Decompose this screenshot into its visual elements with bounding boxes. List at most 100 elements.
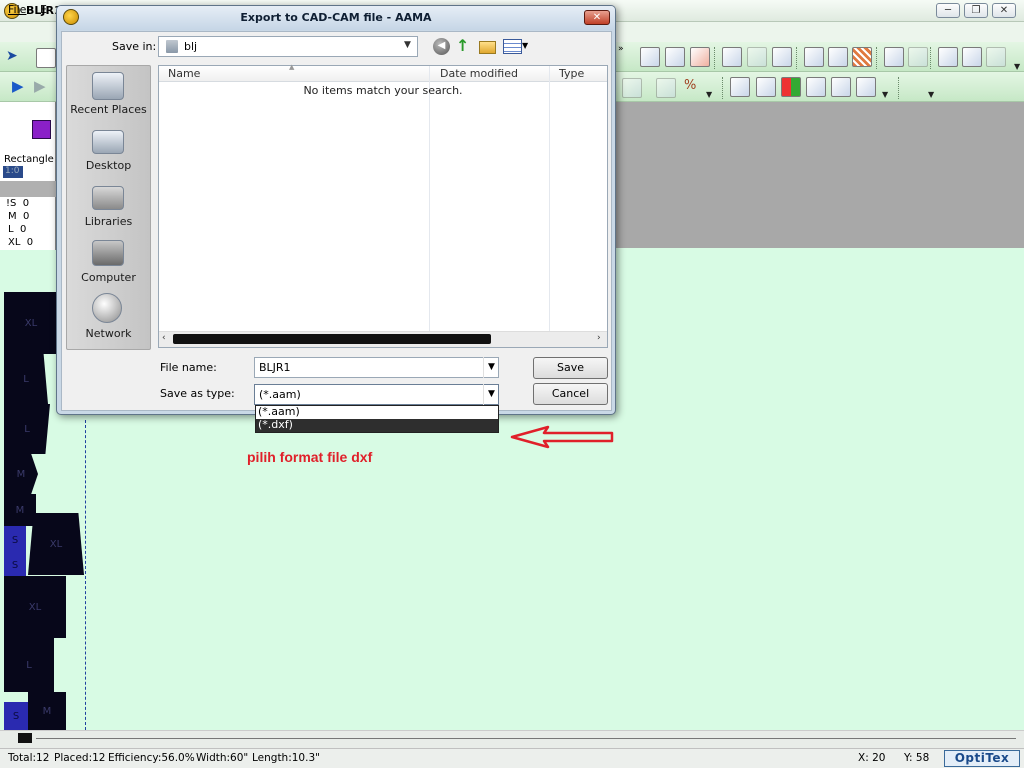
toolbar-separator — [796, 47, 798, 69]
panel-icon[interactable] — [831, 77, 851, 97]
cancel-button[interactable]: Cancel — [533, 383, 608, 405]
place-network[interactable]: Network — [66, 327, 151, 340]
file-name-input[interactable]: BLJR1 — [254, 357, 499, 378]
scissors-icon[interactable] — [908, 47, 928, 67]
place-recent[interactable]: Recent Places — [66, 103, 151, 116]
network-icon[interactable] — [92, 293, 122, 323]
column-divider[interactable] — [429, 66, 430, 331]
pattern-piece[interactable]: L — [4, 404, 50, 454]
pattern-piece[interactable]: M — [4, 494, 36, 526]
optitex-logo: OptiTex — [944, 750, 1020, 767]
new-folder-icon[interactable] — [479, 41, 496, 54]
delete-piece-icon[interactable] — [690, 47, 710, 67]
percent-icon[interactable]: % — [684, 78, 696, 93]
save-as-type-label: Save as type: — [160, 387, 235, 400]
column-date-modified[interactable]: Date modified — [440, 67, 518, 80]
size-row-l: L 0 — [8, 224, 26, 235]
pattern-piece[interactable]: M — [28, 692, 66, 730]
chevron-down-icon[interactable]: ▼ — [706, 90, 712, 99]
rectangle-tool-icon[interactable] — [36, 48, 56, 68]
color-palette-icon[interactable] — [781, 77, 801, 97]
pattern-piece[interactable]: XL — [4, 576, 66, 638]
minimize-button[interactable]: ─ — [936, 3, 960, 18]
status-length: Length:10.3" — [252, 752, 320, 764]
measure-icon[interactable] — [656, 78, 676, 98]
toolbar-overflow-icon[interactable]: » — [618, 44, 624, 54]
place-libraries[interactable]: Libraries — [66, 215, 151, 228]
annotation-arrow-icon — [510, 425, 614, 449]
report-icon[interactable] — [756, 77, 776, 97]
save-button[interactable]: Save — [533, 357, 608, 379]
toolbar-separator — [930, 47, 932, 69]
group-icon[interactable] — [722, 47, 742, 67]
column-name[interactable]: Name — [168, 67, 200, 80]
recent-places-icon[interactable] — [92, 72, 124, 100]
view-menu-icon[interactable] — [503, 39, 522, 54]
chevron-down-icon[interactable]: ▼ — [928, 90, 934, 99]
type-option-dxf[interactable]: (*.dxf) — [256, 419, 498, 432]
save-as-type-select[interactable]: (*.aam) — [254, 384, 499, 405]
grid-icon[interactable] — [962, 47, 982, 67]
sort-arrow-icon: ▲ — [289, 63, 295, 71]
swap-icon[interactable] — [772, 47, 792, 67]
size-row-xl: XL 0 — [8, 237, 33, 248]
ink-drop-icon[interactable] — [938, 47, 958, 67]
ungroup-icon[interactable] — [747, 47, 767, 67]
pattern-piece[interactable]: L — [4, 638, 54, 692]
pattern-piece[interactable]: M — [4, 454, 38, 494]
pattern-piece[interactable]: XL — [4, 292, 58, 354]
window-icon[interactable] — [806, 77, 826, 97]
place-desktop[interactable]: Desktop — [66, 159, 151, 172]
pattern-piece-selected[interactable]: S — [4, 554, 26, 576]
desktop-icon[interactable] — [92, 130, 124, 154]
scroll-thumb[interactable] — [18, 733, 32, 743]
size-count: 0 — [19, 224, 27, 235]
shape-name: Rectangle — [4, 154, 54, 165]
pattern-piece-selected[interactable]: S — [4, 702, 28, 730]
hatch-pattern-icon[interactable] — [852, 47, 872, 67]
chevron-down-icon[interactable]: ▼ — [483, 357, 499, 378]
duplicate-icon[interactable] — [665, 47, 685, 67]
libraries-icon[interactable] — [92, 186, 124, 210]
maximize-button[interactable]: ❐ — [964, 3, 988, 18]
select-tool-icon[interactable]: ➤ — [6, 48, 18, 64]
size-row-s: !S 0 — [6, 198, 29, 209]
marker-icon[interactable] — [828, 47, 848, 67]
scroll-right-icon[interactable]: › — [597, 333, 601, 343]
status-width: Width:60" — [196, 752, 249, 764]
pattern-piece-selected[interactable]: S — [4, 526, 26, 554]
back-arrow-icon[interactable]: ◀ — [433, 38, 450, 55]
column-type[interactable]: Type — [559, 67, 584, 80]
column-divider[interactable] — [549, 66, 550, 331]
computer-icon[interactable] — [92, 240, 124, 266]
place-computer[interactable]: Computer — [66, 271, 151, 284]
fabric-icon[interactable] — [804, 47, 824, 67]
save-in-label: Save in: — [112, 40, 157, 53]
chevron-down-icon[interactable]: ▼ — [483, 384, 499, 405]
cut-icon[interactable] — [884, 47, 904, 67]
menu-edit[interactable]: E — [40, 3, 47, 16]
horizontal-scrollbar[interactable] — [0, 730, 1024, 748]
file-list[interactable] — [158, 65, 608, 348]
piece-info-icon[interactable] — [640, 47, 660, 67]
chevron-down-icon[interactable]: ▼ — [522, 41, 528, 50]
scroll-left-icon[interactable]: ‹ — [162, 333, 166, 343]
step-icon[interactable]: ▶ — [34, 77, 46, 95]
chevron-down-icon[interactable]: ▼ — [404, 40, 411, 50]
pattern-piece[interactable]: L — [4, 354, 48, 404]
chevron-down-icon[interactable]: ▼ — [882, 90, 888, 99]
file-list-scroll-thumb[interactable] — [173, 334, 491, 344]
monitor-icon[interactable] — [730, 77, 750, 97]
list-icon[interactable] — [856, 77, 876, 97]
shape-scale: 1:0 — [3, 166, 23, 178]
menu-file[interactable]: File — [8, 3, 26, 16]
layout-icon[interactable] — [986, 47, 1006, 67]
text-tool-icon[interactable] — [622, 78, 642, 98]
chevron-down-icon[interactable]: ▼ — [1014, 62, 1020, 71]
play-icon[interactable]: ▶ — [12, 77, 24, 95]
dialog-close-button[interactable]: ✕ — [584, 10, 610, 25]
up-folder-icon[interactable]: ↑ — [456, 38, 473, 55]
close-button[interactable]: ✕ — [992, 3, 1016, 18]
pattern-piece[interactable]: XL — [28, 513, 84, 575]
size-label: XL — [8, 237, 21, 248]
